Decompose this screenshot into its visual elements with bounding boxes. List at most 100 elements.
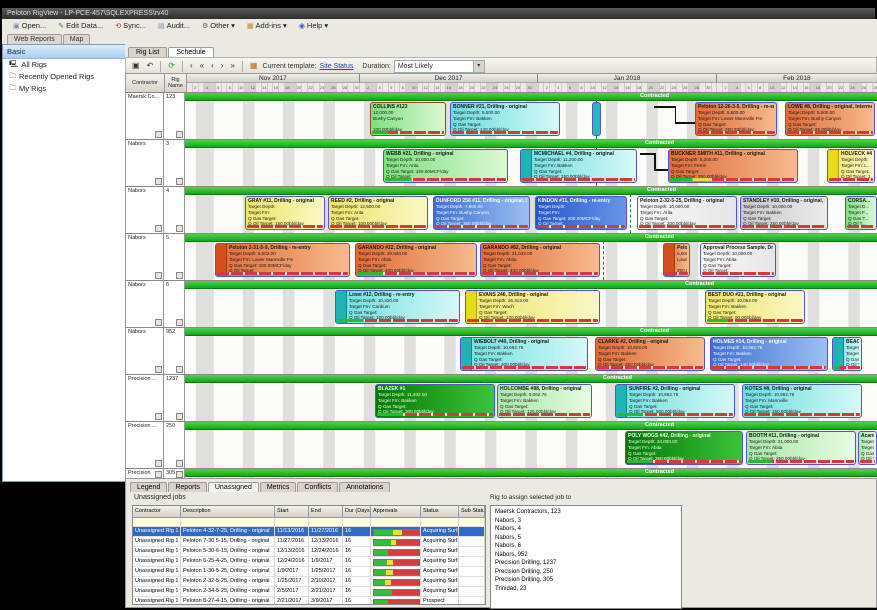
row-expander-button[interactable] [155,471,162,478]
row-expander-button[interactable] [155,366,162,373]
job-block[interactable]: Peloton 2-32-5-25, Drilling - originalTa… [637,196,737,230]
nav-forward-icon[interactable]: › [219,60,226,72]
job-block[interactable]: POLY WOGS #42, Drilling - originalTarget… [625,431,743,465]
job-block[interactable]: GARANDO #22, Drilling - originalTarget D… [355,243,477,277]
sidebar-item-recently-opened-rigs[interactable]: 🗀Recently Opened Rigs [3,71,125,83]
job-block[interactable]: HOLVECK #44Target Depth:Target Fm: L...Q… [827,149,875,183]
bottom-tab-reports[interactable]: Reports [168,482,207,492]
menu-item-open[interactable]: ▣Open... [8,19,51,32]
list-item[interactable]: Nabors, 952 [491,551,681,560]
row-expander-button[interactable] [176,225,183,232]
list-item[interactable]: Trinidad, 23 [491,585,681,594]
tab-rig-list[interactable]: Rig List [128,47,167,57]
row-expander-button[interactable] [176,178,183,185]
filter-cell[interactable] [181,518,275,526]
list-item[interactable]: Nabors, 6 [491,542,681,551]
table-row[interactable]: Unassigned Rig 1Peloton 5-30-6-15, Drill… [133,547,485,557]
filter-cell[interactable] [459,518,485,526]
table-row[interactable]: Unassigned Rig 1Peloton 2-34-5-25, Drill… [133,587,485,597]
job-block[interactable]: CORSA...Target D...Target F...Q Gas T...… [845,196,877,230]
job-block[interactable]: STANDLEY #10, Drilling - original, Surfa… [740,196,828,230]
job-block[interactable]: BLAZEK #1Target Depth: 11,402.00Target F… [375,384,495,418]
app-tab-map[interactable]: Map [63,34,91,44]
menu-item-addins[interactable]: ▦Add-ins ▾ [242,19,292,32]
tab-schedule[interactable]: Schedule [168,47,213,57]
list-item[interactable]: Precision Drilling, 305 [491,576,681,585]
table-row[interactable]: Unassigned Rig 1Peloton 4-32-7-25, Drill… [133,527,485,537]
chevron-down-icon[interactable]: ▾ [473,61,484,72]
row-expander-button[interactable] [176,131,183,138]
row-expander-button[interactable] [155,131,162,138]
column-header[interactable]: Approvals [371,506,421,517]
job-block[interactable]: GRAY #11, Drilling - originalTarget Dept… [245,196,325,230]
job-block[interactable]: Peloton 2-31-5-9, Drilling - re-entryTar… [215,243,350,277]
job-block[interactable]: GARANDO #82, Drilling - originalTarget D… [480,243,600,277]
table-filter-row[interactable] [133,518,485,527]
job-block[interactable]: SUNFIRE #2, Drilling - originalTarget De… [615,384,735,418]
job-block[interactable]: DUNFORD 256 #11, Drilling - original, Se… [433,196,530,230]
list-item[interactable]: Maersk Contractors, 123 [491,508,681,517]
job-block[interactable]: WIEBOLT #40, Drilling - originalTarget D… [460,337,588,371]
menu-item-other[interactable]: ⚙Other ▾ [197,19,240,32]
menu-item-audit[interactable]: ▤Audit... [153,19,195,32]
template-link[interactable]: Site Status [320,63,354,70]
sidebar-item-all-rigs[interactable]: 🖳All Rigs [3,59,125,71]
sidebar-item-my-rigs[interactable]: 🗀My Rigs [3,83,125,95]
column-header[interactable]: Contractor [133,506,181,517]
row-expander-button[interactable] [155,413,162,420]
row-expander-button[interactable] [176,366,183,373]
row-expander-button[interactable] [176,460,183,467]
job-block[interactable] [592,102,601,136]
column-header[interactable]: Start [275,506,309,517]
duration-select[interactable]: Most Likely ▾ [394,60,485,73]
job-block[interactable]: HOLCOMBE #88, Drilling - originalTarget … [497,384,592,418]
table-row[interactable]: Unassigned Rig 1Peloton 8-27-4-15, Drill… [133,597,485,605]
job-block[interactable]: CLARKE #2, Drilling - originalTarget Dep… [595,337,705,371]
job-block[interactable]: Acanthus...Target De...Target Fm...Q Gas… [858,431,877,465]
job-block[interactable]: Lowe #12, Drilling - re-entryTarget Dept… [335,290,460,324]
nav-first-icon[interactable]: ‹ [188,60,195,72]
job-block[interactable]: KINDON #11, Drilling - re-entryTarget De… [535,196,627,230]
row-expander-button[interactable] [176,471,183,478]
menu-item-help[interactable]: ◉Help ▾ [294,19,333,32]
bottom-tab-unassigned[interactable]: Unassigned [208,482,259,492]
list-item[interactable]: Nabors, 3 [491,517,681,526]
row-expander-button[interactable] [155,460,162,467]
job-block[interactable]: BEST DUO #21, Drilling - originalTarget … [705,290,805,324]
row-expander-button[interactable] [155,225,162,232]
row-expander-button[interactable] [155,319,162,326]
bottom-tab-metrics[interactable]: Metrics [260,482,297,492]
job-block[interactable]: BUCKNER SMITH #11, Drilling - originalTa… [668,149,798,183]
table-row[interactable]: Unassigned Rig 1Peloton 7-30 5-15, Drill… [133,537,485,547]
table-row[interactable]: Unassigned Rig 1Peloton 1-30-5-25, Drill… [133,567,485,577]
refresh-icon[interactable]: ⟳ [166,60,177,72]
list-item[interactable]: Precision Drilling, 250 [491,568,681,577]
filter-cell[interactable] [133,518,181,526]
filter-cell[interactable] [421,518,459,526]
job-block[interactable]: Peloton 12-26-3-5, Drilling - re-entry, … [695,102,777,136]
bottom-tab-legend[interactable]: Legend [130,482,167,492]
bottom-tab-conflicts[interactable]: Conflicts [297,482,338,492]
column-header[interactable]: Dur (Days) [343,506,371,517]
column-header[interactable]: End [309,506,343,517]
assign-rig-listbox[interactable]: Maersk Contractors, 123Nabors, 3 Nabors, … [490,505,682,609]
job-block[interactable]: BONNER #21, Drilling - originalTarget De… [450,102,560,136]
filter-cell[interactable] [309,518,343,526]
nav-fast-back-icon[interactable]: « [198,60,206,72]
column-header[interactable]: Sub Status [459,506,485,517]
menu-item-sync[interactable]: ⟲Sync... [110,19,151,32]
list-item[interactable]: Precision Drilling, 1237 [491,559,681,568]
unassigned-jobs-table[interactable]: ContractorDescriptionStartEndDur (Days)A… [132,505,486,605]
row-expander-button[interactable] [176,413,183,420]
job-block[interactable]: MCMICHAEL #4, Drilling - originalTarget … [520,149,637,183]
job-block[interactable]: KOTES #8, Drilling - originalTarget Dept… [742,384,862,418]
filter-cell[interactable] [343,518,371,526]
column-header[interactable]: Description [181,506,275,517]
job-block[interactable]: HOLMES #14, Drilling - originalTarget De… [710,337,828,371]
job-block[interactable]: WEBB #21, Drilling - originalTarget Dept… [383,149,508,183]
row-expander-button[interactable] [176,272,183,279]
save-icon[interactable]: ▣ [130,60,142,72]
menu-item-editdata[interactable]: ✎Edit Data... [53,19,108,32]
job-block[interactable]: BOOTH #11, Drilling - originalTarget Dep… [746,431,856,465]
nav-fast-forward-icon[interactable]: » [228,60,236,72]
